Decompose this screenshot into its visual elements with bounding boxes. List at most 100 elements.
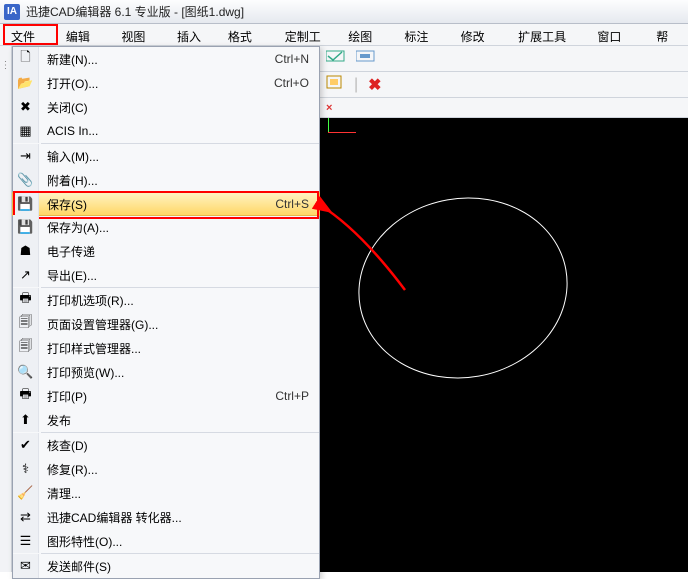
strip-dot: ⋮ <box>0 60 11 71</box>
file-close-icon: ✖ <box>13 95 39 119</box>
ucs-y-axis <box>328 118 329 132</box>
file-attach-label: 附着(H)... <box>39 172 309 189</box>
content-area: | ✖ × <box>320 46 688 572</box>
file-print[interactable]: 🖶打印(P)Ctrl+P <box>13 384 319 408</box>
file-acis-in[interactable]: ▦ACIS In... <box>13 119 319 143</box>
ellipse-object[interactable] <box>344 181 582 395</box>
drawing-canvas[interactable] <box>320 118 688 572</box>
file-open[interactable]: 📂打开(O)...Ctrl+O <box>13 71 319 95</box>
file-attach-icon: 📎 <box>13 168 39 192</box>
file-drawing-props-label: 图形特性(O)... <box>39 533 309 550</box>
file-recover[interactable]: ⚕修复(R)... <box>13 457 319 481</box>
file-menu-dropdown: 🗋新建(N)...Ctrl+N📂打开(O)...Ctrl+O✖关闭(C)▦ACI… <box>12 46 320 579</box>
file-save-as[interactable]: 💾保存为(A)... <box>13 215 319 239</box>
document-tabbar: × <box>320 98 688 118</box>
file-page-setup-icon: 🗐 <box>13 312 39 336</box>
left-strip: ⋮ <box>0 46 12 572</box>
file-print-preview[interactable]: 🔍打印预览(W)... <box>13 360 319 384</box>
file-audit[interactable]: ✔核查(D) <box>13 433 319 457</box>
file-open-shortcut: Ctrl+O <box>274 76 319 90</box>
titlebar: IA 迅捷CAD编辑器 6.1 专业版 - [图纸1.dwg] <box>0 0 688 24</box>
layer-toggle2-icon[interactable] <box>356 49 376 68</box>
file-plot-style-icon: 🗐 <box>13 336 39 360</box>
menu-窗口W[interactable]: 窗口(W) <box>589 24 648 45</box>
file-audit-label: 核查(D) <box>39 437 309 454</box>
menu-标注N[interactable]: 标注(N) <box>396 24 452 45</box>
file-import[interactable]: ⇥输入(M)... <box>13 144 319 168</box>
file-recover-label: 修复(R)... <box>39 461 309 478</box>
file-etransmit-icon: ☗ <box>13 239 39 263</box>
file-page-setup-label: 页面设置管理器(G)... <box>39 316 309 333</box>
file-printer-options-icon: 🖶 <box>13 288 39 312</box>
file-drawing-props-icon: ☰ <box>13 529 39 553</box>
file-close[interactable]: ✖关闭(C) <box>13 95 319 119</box>
file-import-icon: ⇥ <box>13 144 39 168</box>
menu-修改M[interactable]: 修改(M) <box>453 24 511 45</box>
box-icon[interactable] <box>326 75 344 94</box>
file-printer-options-label: 打印机选项(R)... <box>39 292 309 309</box>
file-new-label: 新建(N)... <box>39 51 275 68</box>
file-printer-options[interactable]: 🖶打印机选项(R)... <box>13 288 319 312</box>
file-purge-icon: 🧹 <box>13 481 39 505</box>
file-save-shortcut: Ctrl+S <box>275 197 319 211</box>
file-new-shortcut: Ctrl+N <box>275 52 319 66</box>
file-save-as-icon: 💾 <box>13 215 39 239</box>
app-icon: IA <box>4 4 20 20</box>
file-print-preview-label: 打印预览(W)... <box>39 364 309 381</box>
file-print-shortcut: Ctrl+P <box>275 389 319 403</box>
menu-视图V[interactable]: 视图(V) <box>113 24 169 45</box>
file-purge[interactable]: 🧹清理... <box>13 481 319 505</box>
file-open-icon: 📂 <box>13 71 39 95</box>
menu-插入I[interactable]: 插入(I) <box>169 24 220 45</box>
layer-toggle-icon[interactable] <box>326 49 346 68</box>
file-converter-label: 迅捷CAD编辑器 转化器... <box>39 509 309 526</box>
file-acis-in-label: ACIS In... <box>39 124 309 138</box>
file-save-as-label: 保存为(A)... <box>39 219 309 236</box>
file-plot-style-label: 打印样式管理器... <box>39 340 309 357</box>
file-converter[interactable]: ⇄迅捷CAD编辑器 转化器... <box>13 505 319 529</box>
file-page-setup[interactable]: 🗐页面设置管理器(G)... <box>13 312 319 336</box>
menu-扩展工具X[interactable]: 扩展工具(X) <box>510 24 589 45</box>
file-import-label: 输入(M)... <box>39 148 309 165</box>
file-export[interactable]: ↗导出(E)... <box>13 263 319 287</box>
close-tab-icon[interactable]: × <box>326 102 332 114</box>
file-publish-icon: ⬆ <box>13 408 39 432</box>
file-save-label: 保存(S) <box>39 196 275 213</box>
file-recover-icon: ⚕ <box>13 457 39 481</box>
file-export-label: 导出(E)... <box>39 267 309 284</box>
file-save[interactable]: 💾保存(S)Ctrl+S <box>12 192 320 216</box>
file-new[interactable]: 🗋新建(N)...Ctrl+N <box>13 47 319 71</box>
file-print-icon: 🖶 <box>13 384 39 408</box>
title-text: 迅捷CAD编辑器 6.1 专业版 - [图纸1.dwg] <box>26 3 244 20</box>
file-converter-icon: ⇄ <box>13 505 39 529</box>
x-delete-icon[interactable]: ✖ <box>368 75 381 95</box>
menubar: 文件(F)编辑(E)视图(V)插入(I)格式(O)定制工具绘图(D)标注(N)修… <box>0 24 688 46</box>
file-purge-label: 清理... <box>39 485 309 502</box>
file-publish-label: 发布 <box>39 412 309 429</box>
file-etransmit-label: 电子传递 <box>39 243 309 260</box>
file-plot-style[interactable]: 🗐打印样式管理器... <box>13 336 319 360</box>
menu-格式O[interactable]: 格式(O) <box>220 24 277 45</box>
file-acis-in-icon: ▦ <box>13 119 39 143</box>
menu-文件F[interactable]: 文件(F) <box>3 24 58 45</box>
file-drawing-props[interactable]: ☰图形特性(O)... <box>13 529 319 553</box>
menu-帮助[interactable]: 帮助 <box>648 24 688 45</box>
file-export-icon: ↗ <box>13 263 39 287</box>
file-attach[interactable]: 📎附着(H)... <box>13 168 319 192</box>
menu-定制工具[interactable]: 定制工具 <box>277 24 340 45</box>
menu-编辑E[interactable]: 编辑(E) <box>58 24 114 45</box>
file-close-label: 关闭(C) <box>39 99 309 116</box>
sub-toolbar-1 <box>320 46 688 72</box>
vline-icon: | <box>354 76 358 94</box>
file-open-label: 打开(O)... <box>39 75 274 92</box>
file-publish[interactable]: ⬆发布 <box>13 408 319 432</box>
file-etransmit[interactable]: ☗电子传递 <box>13 239 319 263</box>
file-audit-icon: ✔ <box>13 433 39 457</box>
file-print-label: 打印(P) <box>39 388 275 405</box>
file-print-preview-icon: 🔍 <box>13 360 39 384</box>
ucs-x-axis <box>328 132 356 133</box>
file-send-mail[interactable]: ✉发送邮件(S) <box>13 554 319 578</box>
file-save-icon: 💾 <box>13 192 39 216</box>
sub-toolbar-2: | ✖ <box>320 72 688 98</box>
menu-绘图D[interactable]: 绘图(D) <box>340 24 396 45</box>
